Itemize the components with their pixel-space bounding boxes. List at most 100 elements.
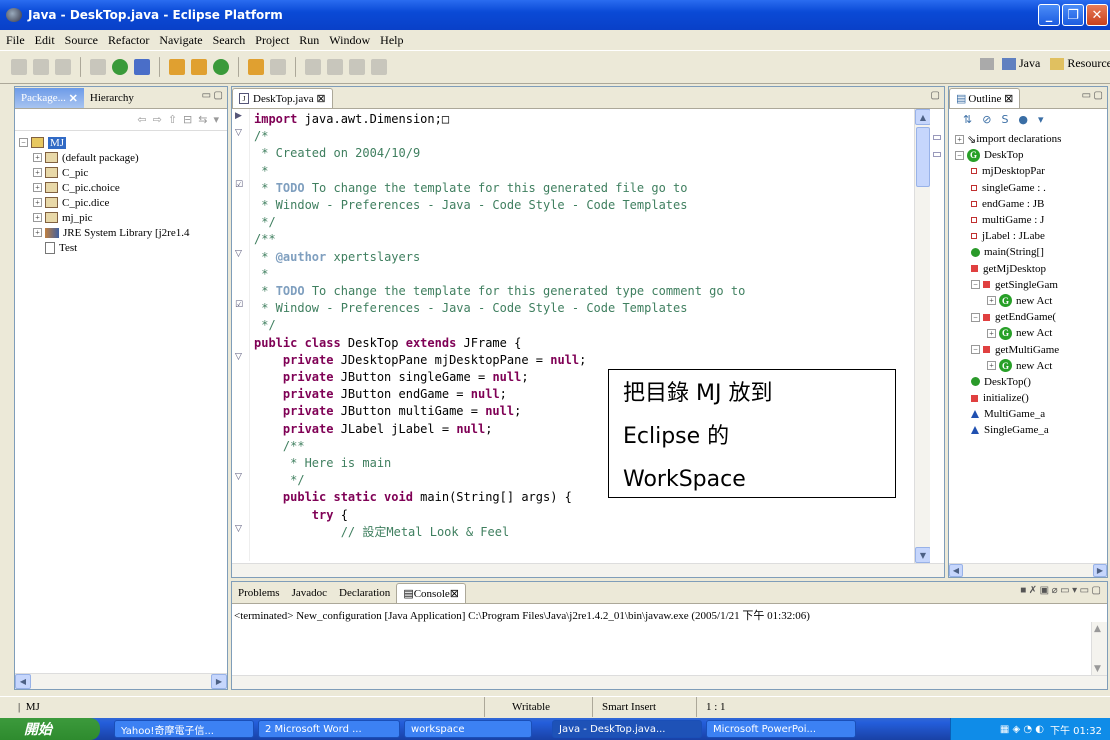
open-perspective-icon[interactable] — [980, 57, 994, 70]
outline-item[interactable]: − getMultiGame — [955, 341, 1107, 357]
menu-project[interactable]: Project — [255, 33, 289, 48]
package-tree-item[interactable]: Test — [19, 240, 227, 255]
minimize-button[interactable]: _ — [1038, 4, 1060, 26]
new-package-icon[interactable] — [191, 59, 207, 75]
menu-navigate[interactable]: Navigate — [159, 33, 202, 48]
new-java-project-icon[interactable] — [169, 59, 185, 75]
menu-window[interactable]: Window — [329, 33, 370, 48]
tab-declaration[interactable]: Declaration — [333, 583, 396, 603]
collapse-toggle-icon[interactable]: − — [971, 280, 980, 290]
outline-item[interactable]: initialize() — [955, 390, 1107, 406]
outline-item[interactable]: endGame : JB — [955, 196, 1107, 212]
task-marker[interactable] — [933, 135, 941, 140]
tree-root-project[interactable]: − MJ — [19, 135, 227, 150]
window-title-bar[interactable]: Java - DeskTop.java - Eclipse Platform — [0, 0, 1110, 30]
print-icon[interactable] — [55, 59, 71, 75]
outline-item[interactable]: + Gnew Act — [955, 293, 1107, 309]
collapse-all-icon[interactable]: ⊟ — [183, 113, 192, 126]
editor-maximize-icon[interactable]: ▢ — [931, 90, 940, 101]
open-type-icon[interactable] — [248, 59, 264, 75]
taskbar-button[interactable]: workspace — [404, 720, 532, 738]
collapse-toggle-icon[interactable]: − — [955, 150, 964, 160]
scroll-right-arrow[interactable]: ▶ — [211, 674, 227, 689]
outline-item[interactable]: main(String[] — [955, 244, 1107, 260]
scroll-left-arrow[interactable]: ◀ — [949, 564, 963, 577]
outline-item[interactable]: SingleGame_a — [955, 422, 1107, 438]
outline-item[interactable]: jLabel : JLabe — [955, 228, 1107, 244]
taskbar-button[interactable]: Yahoo!奇摩電子信... — [114, 720, 254, 738]
outline-item[interactable]: mjDesktopPar — [955, 163, 1107, 179]
taskbar-button[interactable]: 2 Microsoft Word ... — [258, 720, 400, 738]
hide-fields-icon[interactable]: ⊘ — [982, 113, 991, 126]
menu-edit[interactable]: Edit — [35, 33, 55, 48]
package-tree-item[interactable]: + C_pic.dice — [19, 195, 227, 210]
tab-problems[interactable]: Problems — [232, 583, 286, 603]
expand-toggle-icon[interactable]: + — [33, 198, 42, 207]
package-tree-item[interactable]: + C_pic — [19, 165, 227, 180]
menu-search[interactable]: Search — [213, 33, 246, 48]
expand-toggle-icon[interactable]: + — [33, 213, 42, 222]
menu-run[interactable]: Run — [299, 33, 319, 48]
expand-toggle-icon[interactable]: + — [987, 296, 996, 306]
outline-item[interactable]: getMjDesktop — [955, 261, 1107, 277]
scroll-up-arrow[interactable]: ▲ — [1094, 624, 1101, 634]
expand-toggle-icon[interactable]: + — [33, 228, 42, 237]
hide-static-icon[interactable]: S — [1001, 113, 1008, 126]
outline-horizontal-scrollbar[interactable]: ◀ ▶ — [949, 563, 1107, 577]
tab-console[interactable]: ▤ Console ⊠ — [396, 583, 466, 603]
hide-nonpublic-icon[interactable]: ● — [1018, 113, 1028, 126]
menu-refactor[interactable]: Refactor — [108, 33, 149, 48]
outline-item[interactable]: − G DeskTop — [955, 147, 1107, 163]
link-editor-icon[interactable]: ⇆ — [198, 113, 207, 126]
task-marker[interactable] — [933, 152, 941, 157]
scroll-thumb[interactable] — [916, 127, 930, 187]
fold-marker[interactable]: ▽ — [235, 472, 242, 482]
package-tree-item[interactable]: + JRE System Library [j2re1.4 — [19, 225, 227, 240]
sort-icon[interactable]: ⇅ — [963, 113, 972, 126]
fold-marker[interactable]: ▽ — [235, 352, 242, 362]
expand-toggle-icon[interactable]: + — [33, 183, 42, 192]
tab-hierarchy[interactable]: Hierarchy — [84, 88, 140, 108]
menu-file[interactable]: File — [6, 33, 25, 48]
up-icon[interactable]: ⇧ — [168, 113, 177, 126]
new-class-icon[interactable] — [213, 59, 229, 75]
folded-import-box[interactable]: □ — [442, 112, 449, 126]
tab-package-explorer[interactable]: Package... ✕ — [15, 88, 84, 108]
view-controls[interactable]: ▭ ▢ — [202, 90, 223, 101]
collapse-toggle-icon[interactable]: − — [19, 138, 28, 147]
console-horizontal-scrollbar[interactable] — [232, 675, 1107, 689]
forward-icon[interactable] — [371, 59, 387, 75]
editor-vertical-scrollbar[interactable]: ▲ ▼ — [914, 109, 931, 563]
outline-item[interactable]: DeskTop() — [955, 374, 1107, 390]
tray-icons[interactable]: ▦ ◈ ◔ ◐ — [1000, 724, 1044, 735]
fold-marker[interactable]: ▶ — [235, 111, 242, 121]
scroll-up-arrow[interactable]: ▲ — [915, 109, 931, 125]
fold-marker[interactable]: ▽ — [235, 524, 242, 534]
view-menu-icon[interactable]: ▾ — [213, 113, 219, 126]
scroll-down-arrow[interactable]: ▼ — [1094, 664, 1101, 674]
editor-horizontal-scrollbar[interactable] — [232, 563, 944, 577]
taskbar-button[interactable]: Microsoft PowerPoi... — [706, 720, 856, 738]
external-tools-icon[interactable] — [134, 59, 150, 75]
fold-marker[interactable]: ▽ — [235, 128, 242, 138]
back-icon[interactable] — [349, 59, 365, 75]
menu-source[interactable]: Source — [65, 33, 98, 48]
view-controls[interactable]: ▭ ▢ — [1082, 90, 1103, 101]
search-icon[interactable] — [270, 59, 286, 75]
java-perspective-button[interactable]: Java — [1002, 56, 1040, 71]
run-icon[interactable] — [112, 59, 128, 75]
debug-icon[interactable] — [90, 59, 106, 75]
resource-perspective-button[interactable]: Resource — [1050, 56, 1110, 71]
outline-item[interactable]: − getSingleGam — [955, 277, 1107, 293]
outline-item[interactable]: + Gnew Act — [955, 358, 1107, 374]
taskbar-button[interactable]: Java - DeskTop.java... — [552, 720, 702, 738]
outline-item[interactable]: multiGame : J — [955, 212, 1107, 228]
package-tree-item[interactable]: + C_pic.choice — [19, 180, 227, 195]
horizontal-scrollbar[interactable]: ◀ ▶ — [15, 673, 227, 689]
new-icon[interactable] — [11, 59, 27, 75]
tab-javadoc[interactable]: Javadoc — [286, 583, 333, 603]
collapse-toggle-icon[interactable]: − — [971, 345, 980, 355]
menu-help[interactable]: Help — [380, 33, 403, 48]
save-icon[interactable] — [33, 59, 49, 75]
tab-outline[interactable]: ▤ Outline ⊠ — [949, 88, 1021, 108]
